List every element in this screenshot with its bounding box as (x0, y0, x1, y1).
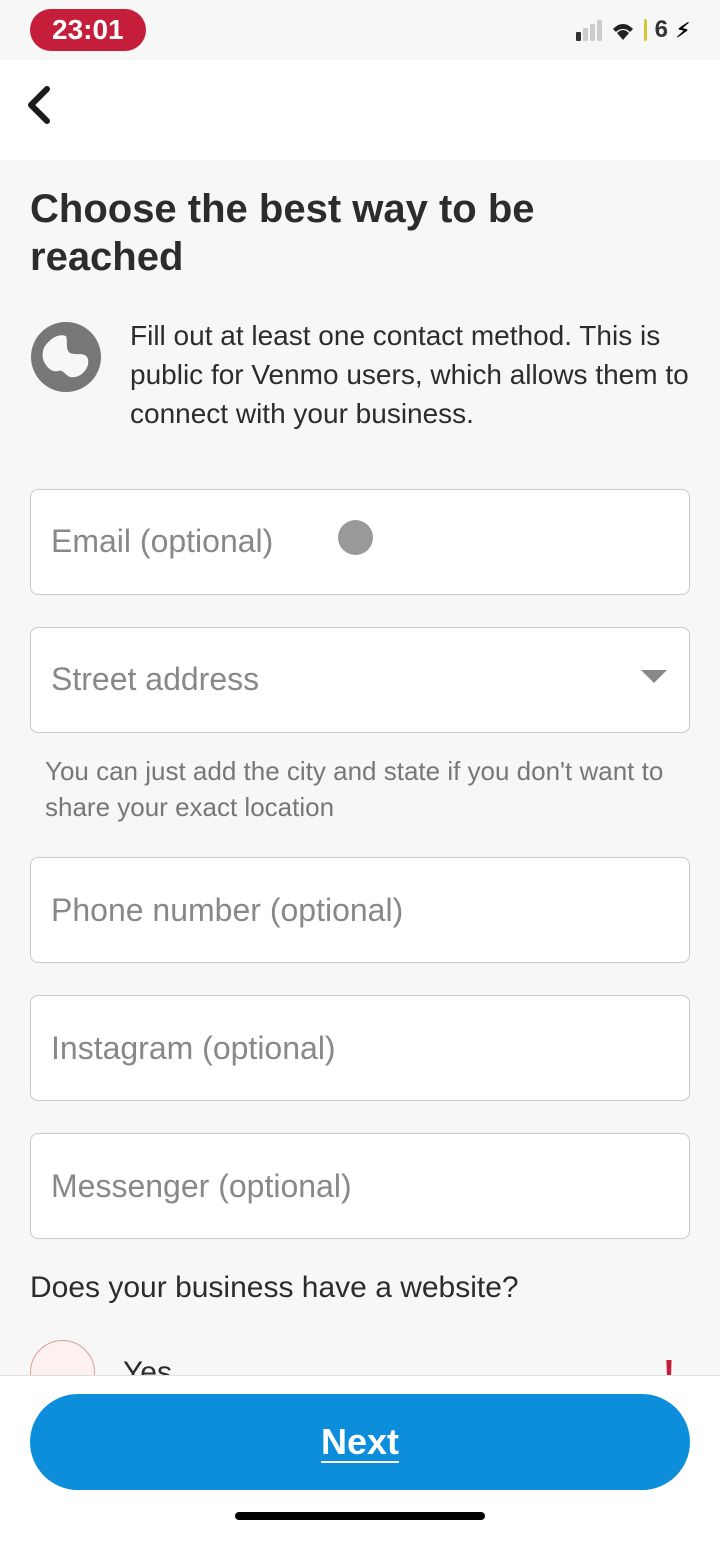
email-placeholder: Email (optional) (51, 523, 273, 560)
messenger-placeholder: Messenger (optional) (51, 1168, 352, 1205)
home-indicator[interactable] (235, 1512, 485, 1520)
website-question: Does your business have a website? (30, 1271, 690, 1305)
bottom-bar: Next (0, 1375, 720, 1560)
phone-field[interactable]: Phone number (optional) (30, 857, 690, 963)
info-text: Fill out at least one contact method. Th… (130, 316, 690, 434)
street-address-field[interactable]: Street address (30, 627, 690, 733)
back-button[interactable] (15, 75, 63, 146)
next-button[interactable]: Next (30, 1394, 690, 1490)
battery-percent: 6 (655, 16, 668, 44)
battery-divider (644, 19, 647, 41)
address-helper-text: You can just add the city and state if y… (30, 745, 690, 826)
email-field[interactable]: Email (optional) (30, 489, 690, 595)
signal-icon (576, 20, 602, 41)
status-bar: 23:01 6 ⚡︎ (0, 0, 720, 60)
phone-placeholder: Phone number (optional) (51, 892, 403, 929)
instagram-field[interactable]: Instagram (optional) (30, 995, 690, 1101)
charging-icon: ⚡︎ (676, 18, 690, 43)
status-icons: 6 ⚡︎ (576, 16, 690, 44)
info-row: Fill out at least one contact method. Th… (30, 316, 690, 434)
page-title: Choose the best way to be reached (30, 185, 690, 281)
chevron-down-icon (639, 668, 669, 692)
address-placeholder: Street address (51, 661, 259, 698)
nav-bar (0, 60, 720, 160)
main-content: Choose the best way to be reached Fill o… (0, 160, 720, 1405)
status-time: 23:01 (30, 9, 146, 51)
cursor-indicator-icon (338, 520, 373, 555)
globe-icon (30, 321, 102, 398)
instagram-placeholder: Instagram (optional) (51, 1030, 336, 1067)
wifi-icon (610, 20, 636, 40)
messenger-field[interactable]: Messenger (optional) (30, 1133, 690, 1239)
